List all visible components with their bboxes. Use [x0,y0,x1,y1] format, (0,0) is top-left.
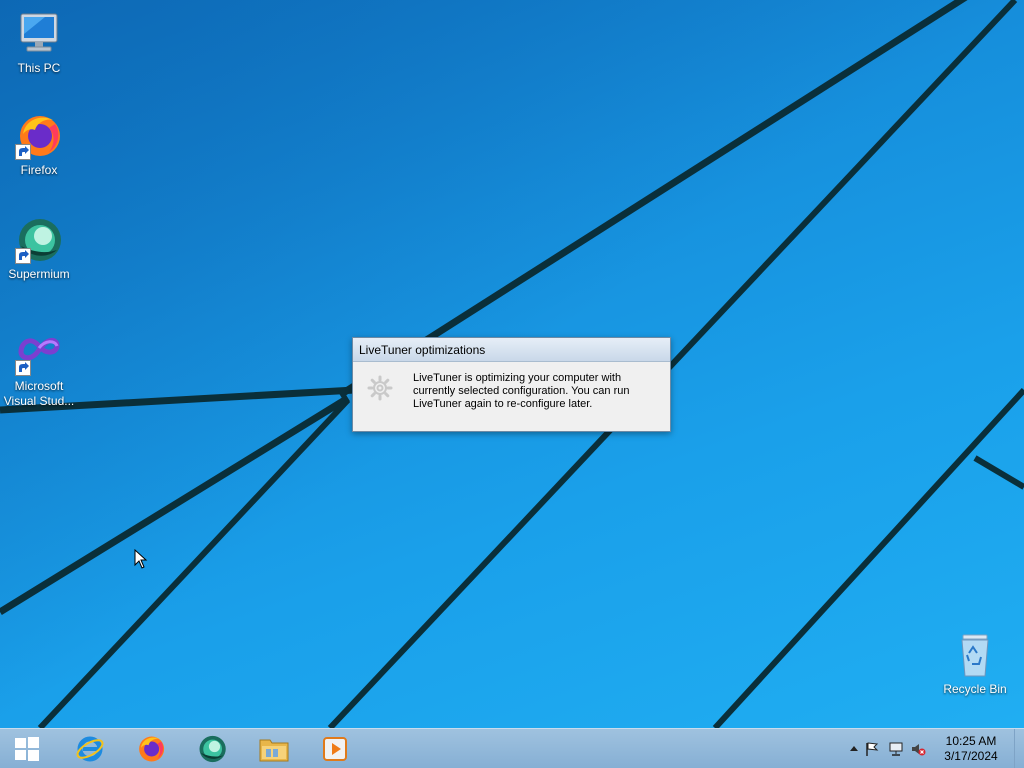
shortcut-arrow-icon [15,144,31,160]
taskbar-internet-explorer[interactable] [62,729,118,768]
taskbar-supermium[interactable] [184,729,240,768]
flag-icon[interactable] [864,741,880,757]
folder-icon [259,739,289,762]
windows-logo-icon [15,737,39,761]
recycle-bin-icon [951,631,999,679]
system-tray: 10:25 AM 3/17/2024 [844,729,1024,768]
desktop-icon-label: Microsoft Visual Stud... [3,379,75,408]
volume-muted-icon[interactable] [910,741,926,757]
dialog-body: LiveTuner is optimizing your computer wi… [353,362,670,432]
this-pc-icon [15,10,63,58]
desktop-icon-label: This PC [17,61,61,75]
desktop-icon-visual-studio[interactable]: Microsoft Visual Stud... [1,328,77,409]
taskbar: 10:25 AM 3/17/2024 [0,728,1024,768]
firefox-icon [15,112,63,160]
taskbar-firefox[interactable] [123,729,179,768]
dialog-message: LiveTuner is optimizing your computer wi… [413,372,630,410]
clock-time: 10:25 AM [945,734,997,748]
desktop-icon-this-pc[interactable]: This PC [1,10,77,76]
supermium-icon [15,216,63,264]
taskbar-media-player[interactable] [307,729,363,768]
desktop-icon-supermium[interactable]: Supermium [1,216,77,282]
desktop-icon-label: Recycle Bin [943,682,1007,696]
desktop-icon-label: Supermium [8,267,70,281]
start-button[interactable] [0,729,54,768]
internet-explorer-icon [76,736,104,762]
supermium-icon [199,735,226,763]
desktop[interactable]: This PC Firefox Supermium Microsoft Visu… [0,0,1024,728]
livetuner-dialog[interactable]: LiveTuner optimizations LiveTuner is opt… [352,337,671,432]
mouse-cursor-icon [134,549,148,569]
dialog-title: LiveTuner optimizations [353,338,670,362]
shortcut-arrow-icon [15,360,31,376]
desktop-icon-label: Firefox [20,163,58,177]
desktop-icon-firefox[interactable]: Firefox [1,112,77,178]
gear-icon [366,374,394,406]
desktop-icon-recycle-bin[interactable]: Recycle Bin [937,631,1013,697]
taskbar-clock[interactable]: 10:25 AM 3/17/2024 [940,734,1002,764]
taskbar-file-explorer[interactable] [246,729,302,768]
show-desktop-button[interactable] [1014,729,1024,768]
chevron-up-icon[interactable] [846,741,862,757]
network-icon[interactable] [888,741,904,757]
clock-date: 3/17/2024 [944,749,998,763]
media-player-icon [323,737,347,761]
firefox-icon [139,736,165,762]
visual-studio-icon [15,328,63,376]
shortcut-arrow-icon [15,248,31,264]
